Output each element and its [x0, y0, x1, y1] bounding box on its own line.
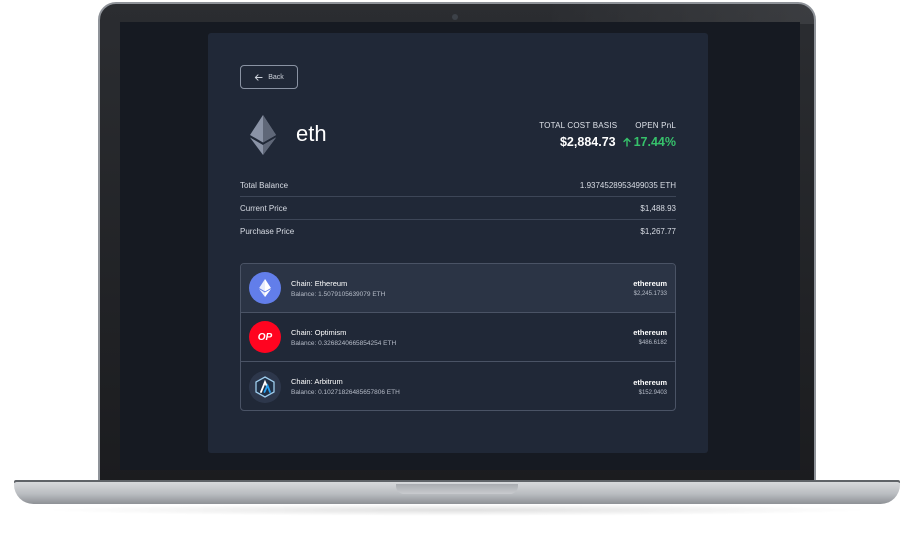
laptop-shadow: [40, 504, 874, 516]
lid-glare: [544, 4, 814, 24]
back-button[interactable]: Back: [240, 65, 298, 89]
chain-value: $486.6182: [638, 340, 667, 346]
detail-value: 1.9374528953499035 ETH: [579, 180, 676, 190]
webcam: [452, 14, 458, 20]
open-pnl-percent: 17.44%: [633, 135, 676, 149]
detail-row-current-price: Current Price $1,488.93: [240, 197, 676, 220]
back-button-label: Back: [268, 73, 284, 81]
chain-list: Chain: Ethereum Balance: 1.5079105639079…: [240, 263, 676, 411]
chain-network: ethereum: [633, 328, 667, 337]
optimism-chain-icon: OP: [249, 321, 281, 353]
chain-item-ethereum[interactable]: Chain: Ethereum Balance: 1.5079105639079…: [241, 264, 675, 313]
chain-value: $152.9403: [638, 389, 667, 396]
laptop-notch: [396, 484, 518, 494]
chain-title: Chain: Arbitrum: [291, 377, 343, 386]
arbitrum-chain-icon: [249, 370, 281, 403]
ethereum-glyph-icon: [259, 279, 271, 297]
detail-value: $1,488.93: [640, 203, 676, 213]
detail-value: $1,267.77: [640, 227, 676, 236]
chain-balance: Balance: 0.3268240665854254 ETH: [291, 339, 397, 347]
token-name: eth: [296, 121, 327, 146]
detail-label: Current Price: [240, 203, 288, 213]
chain-value: $2,245.1733: [633, 291, 667, 297]
position-summary: TOTAL COST BASIS OPEN PnL $2,884.73 17.4…: [539, 121, 676, 149]
chain-balance: Balance: 1.5079105639079 ETH: [291, 290, 386, 298]
open-pnl-label: OPEN PnL: [635, 121, 676, 130]
detail-row-total-balance: Total Balance 1.9374528953499035 ETH: [240, 174, 676, 197]
chain-item-optimism[interactable]: OP Chain: Optimism Balance: 0.3268240665…: [241, 313, 675, 362]
chain-network: ethereum: [633, 377, 667, 387]
chain-network: ethereum: [633, 279, 667, 288]
arrow-left-icon: [255, 73, 263, 81]
open-pnl-value: 17.44%: [622, 135, 676, 149]
detail-label: Total Balance: [240, 180, 289, 190]
chain-title: Chain: Optimism: [291, 327, 347, 337]
arbitrum-glyph-icon: [255, 375, 275, 398]
cost-basis-label: TOTAL COST BASIS: [539, 121, 618, 130]
chain-title: Chain: Ethereum: [291, 278, 348, 288]
ethereum-chain-icon: [249, 272, 281, 304]
detail-label: Purchase Price: [240, 227, 295, 236]
detail-row-purchase-price: Purchase Price $1,267.77: [240, 220, 676, 243]
cost-basis-value: $2,884.73: [559, 135, 616, 149]
chain-balance: Balance: 0.10271826485657806 ETH: [291, 389, 400, 396]
token-detail-panel: Back eth TOTAL COST BASIS OPEN PnL $2,88…: [208, 33, 708, 453]
chain-item-arbitrum[interactable]: Chain: Arbitrum Balance: 0.1027182648565…: [241, 362, 675, 410]
arrow-up-icon: [622, 137, 631, 147]
ethereum-icon: [250, 115, 276, 155]
token-details: Total Balance 1.9374528953499035 ETH Cur…: [240, 174, 676, 243]
